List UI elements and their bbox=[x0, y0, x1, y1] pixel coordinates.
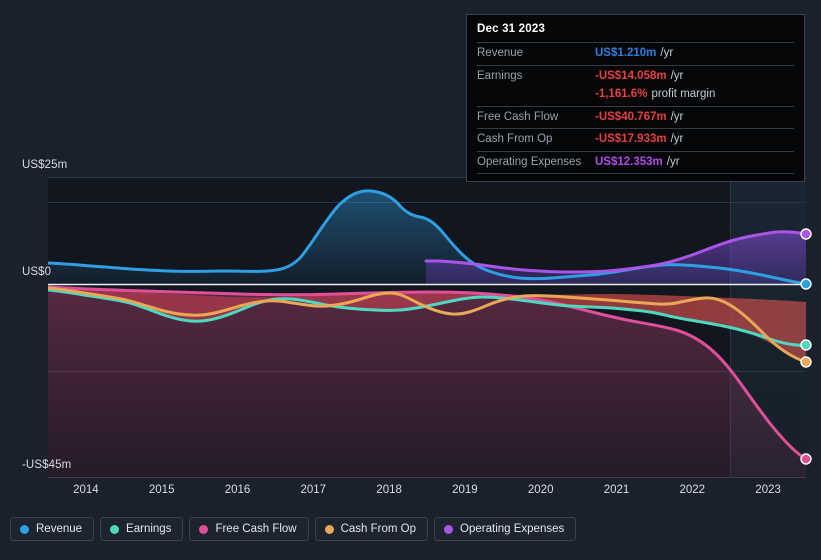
legend-color-dot-icon bbox=[444, 524, 454, 534]
y-axis-label-top: US$25m bbox=[22, 159, 68, 171]
x-axis-tick: 2018 bbox=[376, 484, 402, 496]
x-axis-tick: 2017 bbox=[300, 484, 327, 496]
tooltip-row-suffix: /yr bbox=[670, 133, 684, 146]
x-axis-tick: 2023 bbox=[755, 484, 781, 496]
tooltip-row-label: Operating Expenses bbox=[477, 155, 582, 168]
legend-item-label: Free Cash Flow bbox=[215, 523, 297, 535]
legend-color-dot-icon bbox=[324, 524, 334, 534]
endpoint-revenue bbox=[800, 278, 812, 290]
legend-color-dot-icon bbox=[20, 524, 29, 534]
x-axis-tick: 2021 bbox=[603, 484, 630, 496]
y-axis-label-bottom: -US$45m bbox=[22, 459, 72, 471]
legend-item-earnings[interactable]: Earnings bbox=[100, 517, 184, 541]
x-axis-tick: 2015 bbox=[148, 484, 175, 496]
tooltip-row: Cash From Op -US$17.933m/yr bbox=[477, 128, 794, 151]
legend-color-dot-icon bbox=[199, 524, 209, 534]
tooltip-row-value: -1,161.6% bbox=[595, 88, 648, 101]
legend-item-free-cash-flow[interactable]: Free Cash Flow bbox=[189, 517, 309, 541]
x-axis-tick: 2020 bbox=[527, 484, 554, 496]
endpoint-cash-from-op bbox=[800, 356, 812, 368]
legend-color-dot-icon bbox=[110, 524, 120, 534]
y-axis-label-zero: US$0 bbox=[22, 266, 54, 278]
tooltip-row: Operating Expenses US$12.353m/yr bbox=[477, 150, 794, 175]
tooltip-row-suffix: profit margin bbox=[651, 88, 716, 101]
legend-item-cash-from-op[interactable]: Cash From Op bbox=[314, 517, 429, 541]
tooltip-row-label: Earnings bbox=[477, 69, 523, 82]
tooltip-date: Dec 31 2023 bbox=[477, 23, 546, 35]
legend-item-label: Earnings bbox=[126, 523, 172, 535]
tooltip-row-value: -US$40.767m bbox=[595, 110, 667, 123]
tooltip-row: -1,161.6% profit margin bbox=[477, 87, 794, 106]
tooltip-row-value: -US$14.058m bbox=[595, 69, 667, 82]
tooltip-row-suffix: /yr bbox=[660, 47, 674, 59]
data-tooltip: Dec 31 2023 Revenue US$1.210m/yr Earnings -… bbox=[466, 14, 805, 183]
tooltip-row-suffix: /yr bbox=[670, 69, 684, 82]
endpoint-earnings bbox=[800, 339, 812, 351]
chart-legend: Revenue Earnings Free Cash Flow Cash From O… bbox=[10, 517, 577, 541]
legend-item-label: Cash From Op bbox=[340, 523, 417, 535]
legend-item-revenue[interactable]: Revenue bbox=[10, 517, 95, 541]
endpoint-operating-expenses bbox=[800, 228, 812, 240]
tooltip-row-suffix: /yr bbox=[670, 110, 684, 123]
tooltip-rows: Revenue US$1.210m/yr Earnings -US$14.058m/y… bbox=[477, 42, 794, 175]
tooltip-row-value: US$12.353m bbox=[595, 155, 663, 168]
legend-item-label: Revenue bbox=[36, 523, 83, 535]
tooltip-row: Earnings -US$14.058m/yr bbox=[477, 64, 794, 88]
tooltip-row-value: -US$17.933m bbox=[595, 133, 667, 146]
tooltip-row-suffix: /yr bbox=[666, 155, 680, 168]
tooltip-row-label: Cash From Op bbox=[477, 133, 553, 146]
legend-item-operating-expenses[interactable]: Operating Expenses bbox=[434, 517, 577, 541]
x-axis-tick: 2019 bbox=[452, 484, 478, 496]
x-axis: 2014 2015 2016 2017 2018 2019 2020 2021 2022 2023 bbox=[0, 484, 821, 500]
tooltip-row: Revenue US$1.210m/yr bbox=[477, 42, 794, 65]
x-axis-tick: 2022 bbox=[679, 484, 706, 496]
legend-item-label: Operating Expenses bbox=[460, 523, 565, 535]
tooltip-row-label: Revenue bbox=[477, 47, 524, 59]
tooltip-row-label: Free Cash Flow bbox=[477, 110, 559, 123]
x-axis-tick: 2014 bbox=[73, 484, 99, 496]
x-axis-tick: 2016 bbox=[224, 484, 251, 496]
endpoint-free-cash-flow bbox=[800, 453, 812, 465]
tooltip-row-value: US$1.210m bbox=[595, 47, 657, 59]
tooltip-row: Free Cash Flow -US$40.767m/yr bbox=[477, 105, 794, 129]
